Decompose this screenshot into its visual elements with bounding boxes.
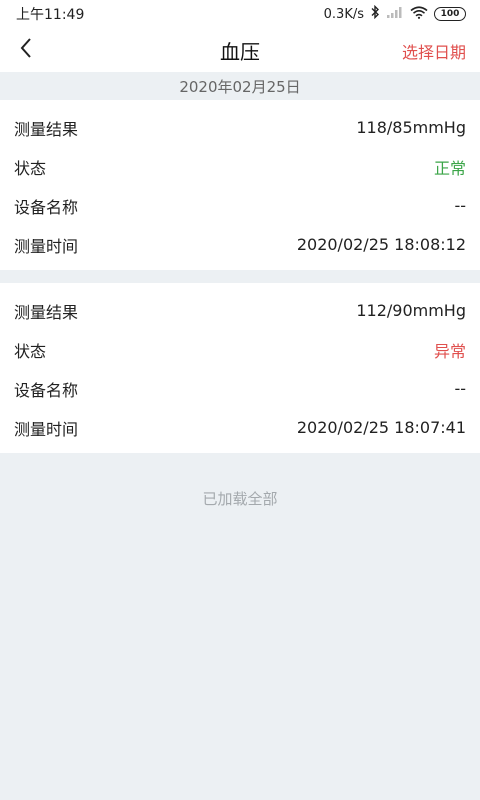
- status-value: 异常: [433, 341, 466, 361]
- date-label: 2020年02月25日: [179, 77, 301, 96]
- result-row: 测量结果 118/85mmHg: [0, 108, 480, 147]
- app-header: 血压 选择日期: [0, 28, 480, 72]
- loaded-all-text: 已加载全部: [202, 490, 278, 508]
- page-title: 血压: [220, 39, 260, 64]
- device-value: --: [454, 196, 466, 215]
- network-speed: 0.3K/s: [323, 6, 364, 22]
- result-value: 112/90mmHg: [356, 301, 466, 320]
- wifi-icon: [410, 5, 428, 23]
- record-card: 测量结果 112/90mmHg 状态 异常 设备名称 -- 测量时间 2020/…: [0, 283, 480, 453]
- device-value: --: [454, 379, 466, 398]
- status-value: 正常: [433, 158, 466, 178]
- chevron-left-icon: [19, 37, 33, 63]
- time-label: 测量时间: [14, 419, 79, 439]
- device-label: 设备名称: [14, 380, 79, 400]
- select-date-button[interactable]: 选择日期: [402, 39, 466, 63]
- device-row: 设备名称 --: [0, 369, 480, 408]
- back-button[interactable]: [10, 34, 42, 66]
- result-value: 118/85mmHg: [356, 118, 466, 137]
- status-row: 状态 异常: [0, 330, 480, 369]
- status-row: 状态 正常: [0, 147, 480, 186]
- device-row: 设备名称 --: [0, 186, 480, 225]
- time-row: 测量时间 2020/02/25 18:07:41: [0, 408, 480, 447]
- status-label: 状态: [14, 158, 47, 178]
- signal-icon: [386, 6, 404, 22]
- result-row: 测量结果 112/90mmHg: [0, 291, 480, 330]
- battery-icon: 100: [434, 7, 466, 21]
- date-header: 2020年02月25日: [0, 72, 480, 100]
- time-value: 2020/02/25 18:08:12: [296, 235, 466, 254]
- result-label: 测量结果: [14, 119, 79, 139]
- record-card: 测量结果 118/85mmHg 状态 正常 设备名称 -- 测量时间 2020/…: [0, 100, 480, 270]
- status-label: 状态: [14, 341, 47, 361]
- time-value: 2020/02/25 18:07:41: [296, 418, 466, 437]
- time-label: 测量时间: [14, 236, 79, 256]
- device-label: 设备名称: [14, 197, 79, 217]
- result-label: 测量结果: [14, 302, 79, 322]
- status-time: 上午11:49: [16, 7, 85, 23]
- status-bar: 上午11:49 0.3K/s 100: [0, 0, 480, 28]
- bluetooth-icon: [370, 4, 380, 23]
- time-row: 测量时间 2020/02/25 18:08:12: [0, 225, 480, 264]
- status-icons: 0.3K/s 100: [323, 4, 466, 23]
